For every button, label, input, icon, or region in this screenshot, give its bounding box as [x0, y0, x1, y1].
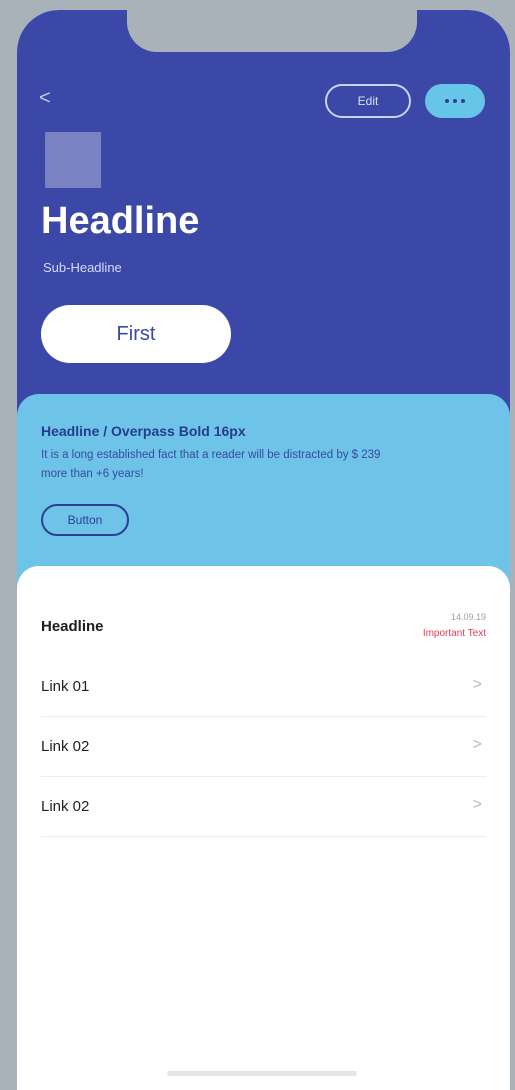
back-icon[interactable]: <	[39, 88, 51, 108]
page-subtitle: Sub-Headline	[43, 260, 122, 275]
info-card-title: Headline / Overpass Bold 16px	[41, 423, 246, 439]
avatar-placeholder	[45, 132, 101, 188]
link-row-2[interactable]: Link 02 >	[41, 718, 486, 777]
list-header-date: 14.09.19	[450, 612, 486, 622]
home-indicator	[167, 1071, 357, 1076]
list-header-title: Headline	[41, 618, 104, 635]
page-title: Headline	[41, 200, 200, 242]
hero-section: < Edit Headline Sub-Headline First	[17, 10, 510, 450]
info-card-body: It is a long established fact that a rea…	[41, 449, 381, 480]
link-row-3[interactable]: Link 02 >	[41, 778, 486, 837]
chevron-right-icon: >	[472, 736, 482, 753]
content-sheet: Headline 14.09.19 Important Text Link 01…	[17, 566, 510, 1090]
chevron-right-icon: >	[472, 796, 482, 813]
phone-frame: < Edit Headline Sub-Headline First Headl…	[17, 10, 510, 1090]
list-header: Headline 14.09.19 Important Text	[41, 612, 486, 648]
chevron-right-icon: >	[472, 676, 482, 693]
link-label: Link 01	[41, 678, 90, 695]
info-card-button[interactable]: Button	[41, 504, 129, 536]
link-label: Link 02	[41, 798, 90, 815]
first-button[interactable]: First	[41, 305, 231, 363]
info-card: Headline / Overpass Bold 16px It is a lo…	[17, 394, 510, 594]
edit-button[interactable]: Edit	[325, 84, 411, 118]
more-icon	[445, 99, 449, 103]
more-button[interactable]	[425, 84, 485, 118]
link-row-1[interactable]: Link 01 >	[41, 658, 486, 717]
important-text: Important Text	[422, 628, 486, 639]
link-label: Link 02	[41, 738, 90, 755]
device-notch	[127, 10, 417, 52]
